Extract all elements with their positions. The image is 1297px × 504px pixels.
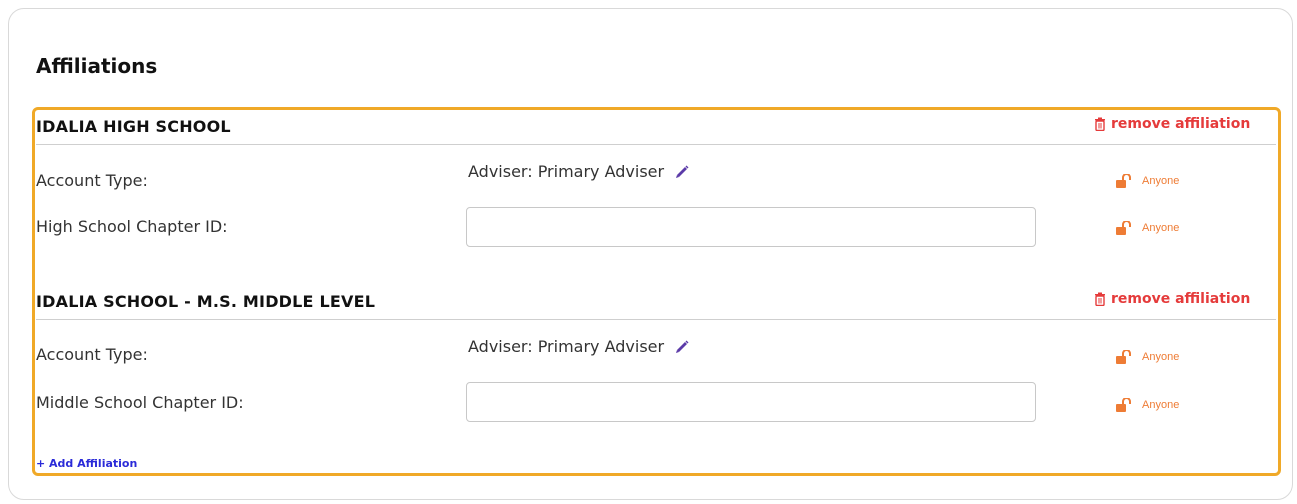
account-type-value: Adviser: Primary Adviser <box>468 337 690 356</box>
trash-icon <box>1095 292 1105 306</box>
affiliation-divider <box>36 144 1276 145</box>
unlocked-padlock-icon <box>1116 174 1131 188</box>
affiliation-name: IDALIA SCHOOL - M.S. MIDDLE LEVEL <box>36 292 376 311</box>
account-type-label: Account Type: <box>36 171 148 190</box>
privacy-label: Anyone <box>1142 399 1180 411</box>
pencil-icon[interactable] <box>674 339 690 355</box>
account-type-label: Account Type: <box>36 345 148 364</box>
privacy-label: Anyone <box>1142 222 1180 234</box>
remove-affiliation-button[interactable]: remove affiliation <box>1094 116 1250 132</box>
add-affiliation-link[interactable]: + Add Affiliation <box>36 457 137 470</box>
chapter-id-label: Middle School Chapter ID: <box>36 393 244 412</box>
privacy-toggle[interactable]: Anyone <box>1116 174 1179 188</box>
trash-icon <box>1095 117 1105 131</box>
privacy-label: Anyone <box>1142 175 1180 187</box>
account-type-text: Adviser: Primary Adviser <box>468 162 665 181</box>
privacy-toggle[interactable]: Anyone <box>1116 398 1179 412</box>
chapter-id-label: High School Chapter ID: <box>36 217 228 236</box>
privacy-toggle[interactable]: Anyone <box>1116 350 1179 364</box>
unlocked-padlock-icon <box>1116 398 1131 412</box>
affiliation-name: IDALIA HIGH SCHOOL <box>36 117 231 136</box>
account-type-text: Adviser: Primary Adviser <box>468 337 665 356</box>
section-title: Affiliations <box>36 54 158 78</box>
remove-affiliation-label: remove affiliation <box>1111 116 1251 132</box>
pencil-icon[interactable] <box>674 164 690 180</box>
unlocked-padlock-icon <box>1116 350 1131 364</box>
affiliation-divider <box>36 319 1276 320</box>
account-type-value: Adviser: Primary Adviser <box>468 162 690 181</box>
remove-affiliation-button[interactable]: remove affiliation <box>1094 291 1250 307</box>
unlocked-padlock-icon <box>1116 221 1131 235</box>
remove-affiliation-label: remove affiliation <box>1111 291 1251 307</box>
privacy-label: Anyone <box>1142 351 1180 363</box>
high-school-chapter-id-input[interactable] <box>466 207 1036 247</box>
middle-school-chapter-id-input[interactable] <box>466 382 1036 422</box>
privacy-toggle[interactable]: Anyone <box>1116 221 1179 235</box>
